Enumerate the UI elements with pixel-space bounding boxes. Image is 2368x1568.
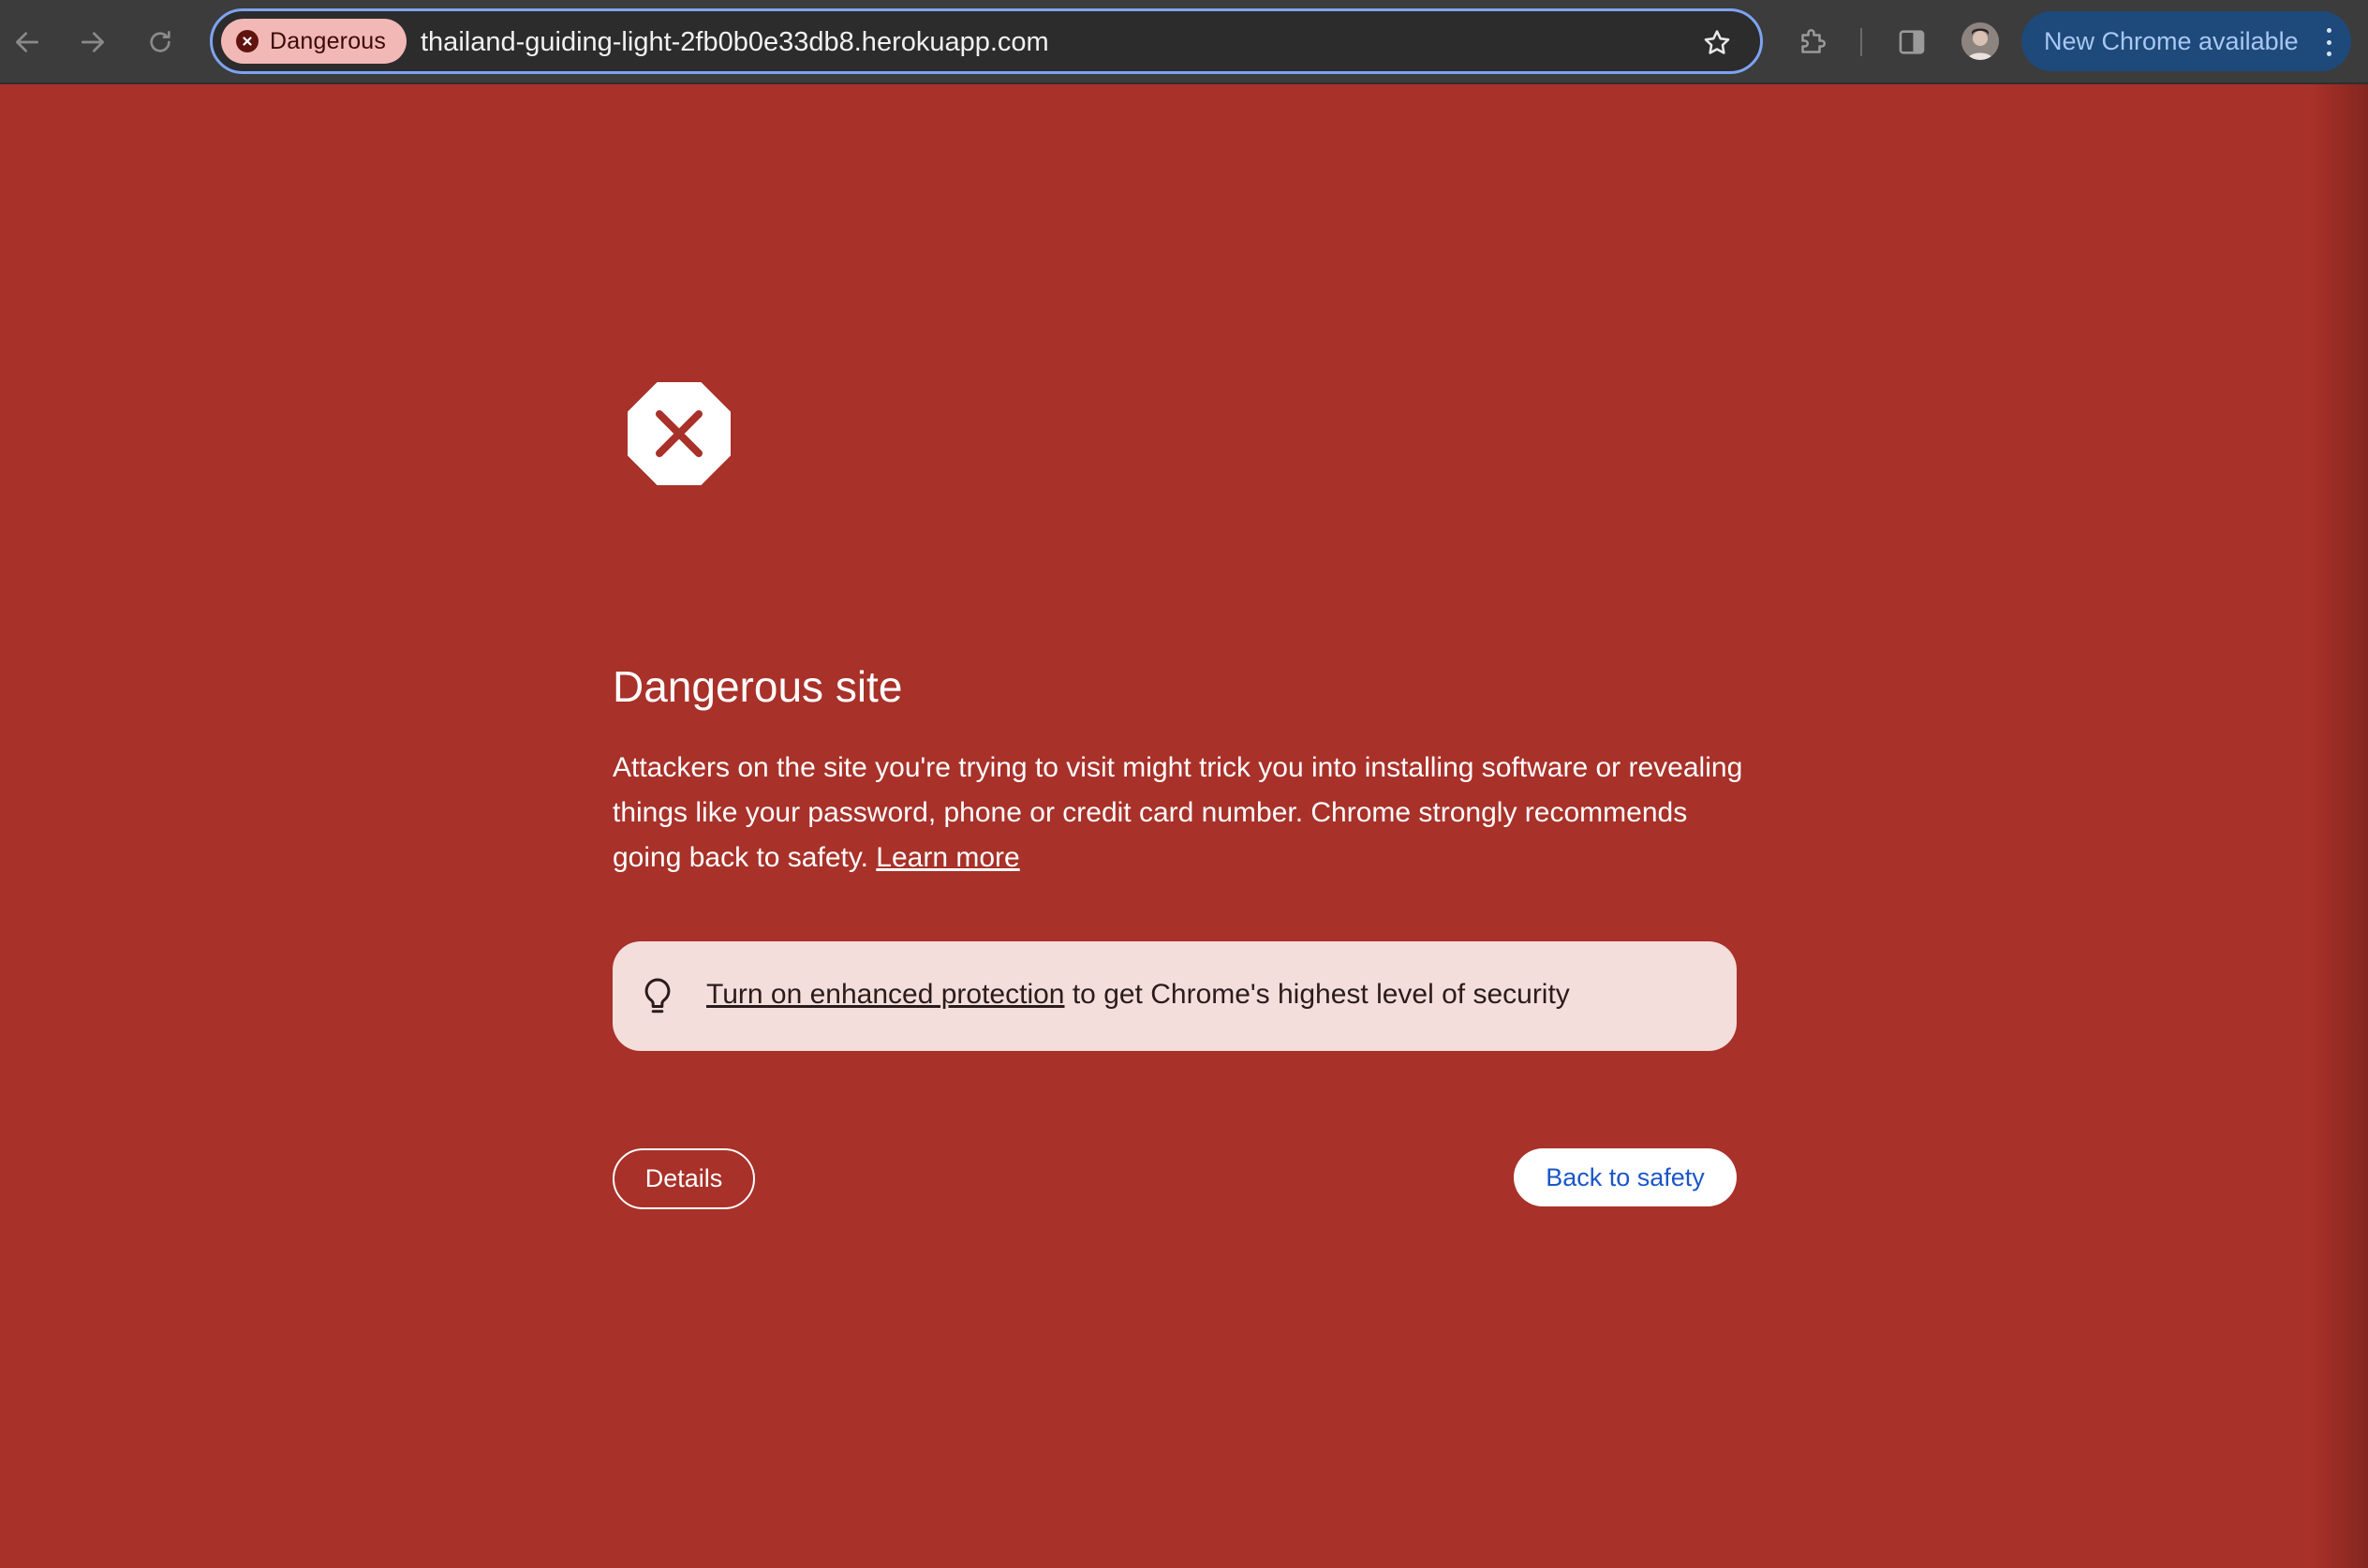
warning-description: Attackers on the site you're trying to v… [613, 746, 1746, 880]
side-panel-button[interactable] [1890, 21, 1933, 64]
stop-octagon-x-icon [628, 382, 731, 485]
enhanced-protection-link[interactable]: Turn on enhanced protection [706, 979, 1065, 1010]
arrow-right-icon [81, 32, 104, 52]
bookmark-button[interactable] [1698, 24, 1736, 62]
side-panel-icon [1899, 30, 1925, 54]
toolbar-divider [1860, 28, 1862, 56]
danger-x-icon [236, 30, 259, 52]
warning-body: Attackers on the site you're trying to v… [613, 752, 1743, 873]
security-chip-label: Dangerous [270, 27, 387, 54]
address-bar[interactable]: Dangerous thailand-guiding-light-2fb0b0e… [210, 8, 1763, 74]
extensions-puzzle-icon [1801, 29, 1826, 53]
reload-icon [150, 31, 170, 52]
tip-text: Turn on enhanced protection to get Chrom… [706, 979, 1570, 1011]
extensions-button[interactable] [1791, 21, 1834, 64]
profile-avatar[interactable] [1961, 22, 1999, 60]
new-chrome-available-button[interactable]: New Chrome available [2021, 11, 2351, 71]
arrow-left-icon [16, 32, 38, 52]
back-to-safety-button[interactable]: Back to safety [1514, 1148, 1737, 1206]
security-chip[interactable]: Dangerous [221, 19, 407, 64]
details-button[interactable]: Details [613, 1148, 755, 1209]
page-title: Dangerous site [613, 662, 903, 711]
lightbulb-icon [644, 978, 671, 1013]
forward-button[interactable] [71, 21, 114, 64]
update-pill-label: New Chrome available [2044, 26, 2299, 55]
url-text[interactable]: thailand-guiding-light-2fb0b0e33db8.hero… [421, 27, 1049, 58]
star-icon [1704, 30, 1730, 54]
tip-rest-text: to get Chrome's highest level of securit… [1064, 979, 1570, 1010]
reload-button[interactable] [139, 21, 182, 64]
kebab-menu-icon[interactable] [2325, 28, 2332, 56]
browser-toolbar: Dangerous thailand-guiding-light-2fb0b0e… [0, 0, 2368, 84]
learn-more-link[interactable]: Learn more [876, 842, 1019, 873]
back-button[interactable] [6, 21, 49, 64]
enhanced-protection-tip: Turn on enhanced protection to get Chrom… [613, 941, 1737, 1051]
